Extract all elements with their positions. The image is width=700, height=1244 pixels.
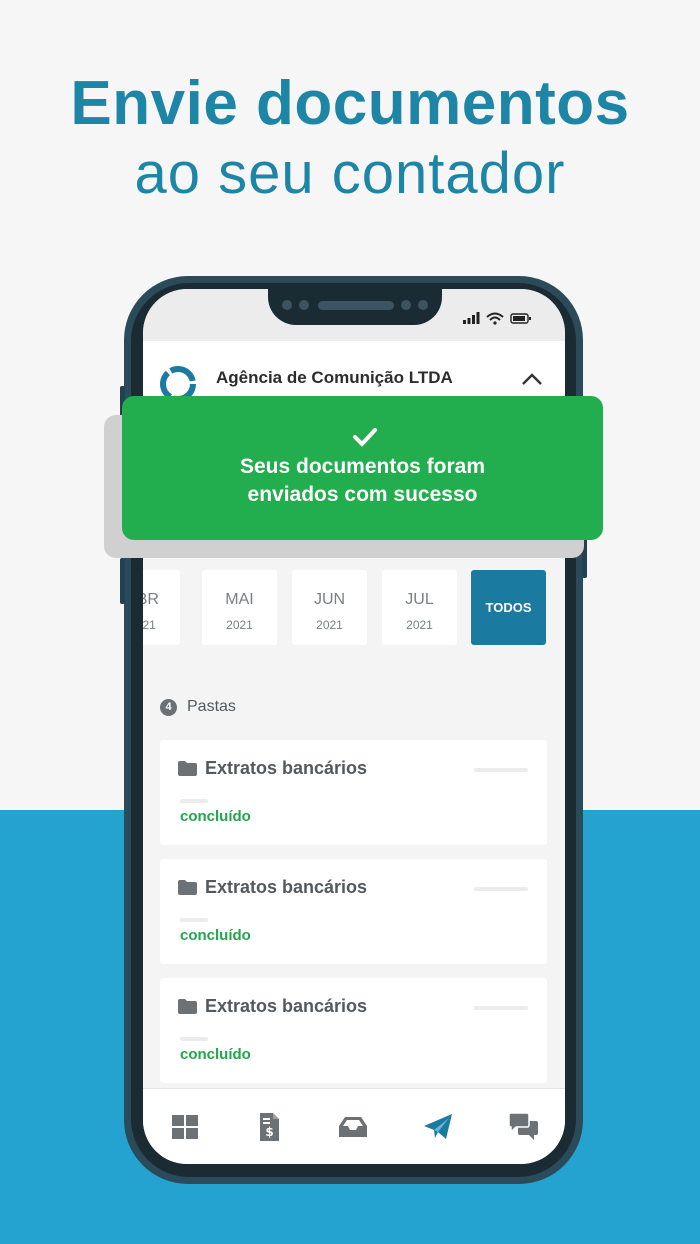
chat-icon[interactable]: [507, 1111, 539, 1143]
folder-status: concluído: [180, 808, 251, 825]
folder-icon: [178, 880, 197, 895]
send-icon[interactable]: [422, 1111, 454, 1143]
svg-text:$: $: [265, 1125, 273, 1139]
folder-card[interactable]: Extratos bancários concluído: [160, 978, 547, 1083]
inbox-icon[interactable]: [337, 1111, 369, 1143]
dashboard-icon[interactable]: [169, 1111, 201, 1143]
phone-volume-button: [120, 558, 125, 604]
folder-title: Extratos bancários: [205, 996, 368, 1016]
status-bar: [143, 289, 565, 341]
month-jul[interactable]: JUL 2021: [382, 570, 457, 645]
success-message: Seus documentos foram enviados com suces…: [239, 455, 486, 506]
folder-status: concluído: [180, 1046, 251, 1063]
status-icons: [463, 312, 531, 325]
month-all[interactable]: TODOS: [471, 570, 546, 645]
month-apr[interactable]: ABR2021: [143, 570, 180, 645]
folder-title: Extratos bancários: [205, 877, 368, 897]
folder-card[interactable]: Extratos bancários concluído: [160, 859, 547, 964]
month-selector: ABR2021 MAI2021 JUN2021 JUL2021 TODOS: [143, 570, 565, 648]
headline-title: Envie documentos: [70, 69, 630, 138]
folder-count-label: Pastas: [187, 698, 236, 715]
folder-icon: [178, 761, 197, 776]
month-may[interactable]: MAI 2021: [202, 570, 277, 645]
check-icon: [353, 428, 377, 447]
phone-notch: [268, 289, 442, 325]
chevron-up-icon[interactable]: [521, 370, 543, 388]
company-name: Agência de Comunição LTDA: [216, 368, 453, 387]
invoice-dollar-icon[interactable]: $: [253, 1111, 285, 1143]
bottom-tab-bar: $: [143, 1088, 565, 1164]
month-jun[interactable]: JUN 2021: [292, 570, 367, 645]
folder-icon: [178, 999, 197, 1014]
folder-status: concluído: [180, 927, 251, 944]
folder-card[interactable]: Extratos bancários concluído: [160, 740, 547, 845]
folder-count-badge: 4: [160, 699, 177, 716]
folder-title: Extratos bancários: [205, 758, 368, 778]
headline-subtitle: ao seu contador: [134, 141, 566, 206]
success-toast: Seus documentos foram enviados com suces…: [122, 396, 603, 540]
